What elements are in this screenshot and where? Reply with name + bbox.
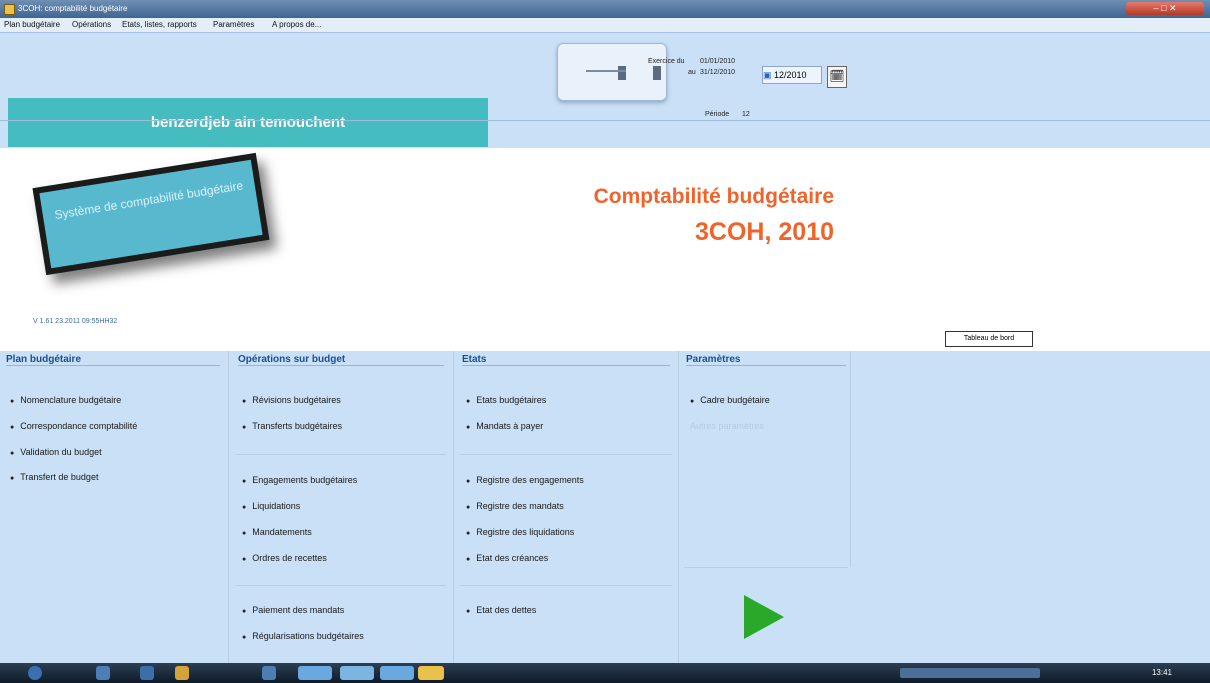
nav-item-engagements[interactable]: Engagements budgétaires bbox=[242, 475, 357, 485]
column-separator bbox=[678, 351, 679, 663]
column-title: Etats bbox=[462, 354, 487, 365]
menu-operations[interactable]: Opérations bbox=[72, 20, 111, 29]
column-title: Opérations sur budget bbox=[238, 354, 346, 365]
app-logo: Système de comptabilité budgétaire bbox=[32, 152, 270, 276]
window-controls[interactable]: – □ ✕ bbox=[1126, 2, 1204, 15]
thumbnail-line bbox=[586, 70, 626, 72]
organization-banner: benzerdjeb ain temouchent bbox=[8, 98, 488, 147]
taskbar-app-icon[interactable] bbox=[340, 666, 374, 680]
nav-item-revisions[interactable]: Révisions budgétaires bbox=[242, 395, 341, 405]
column-plan-budgetaire: Plan budgétaire Nomenclature budgétaire … bbox=[0, 351, 228, 663]
taskbar-app-icon[interactable] bbox=[298, 666, 332, 680]
column-rule bbox=[238, 365, 444, 366]
period-month-label: Période bbox=[705, 111, 730, 118]
os-taskbar: 13:41 bbox=[0, 663, 1210, 683]
logo-text: Système de comptabilité budgétaire bbox=[53, 178, 245, 223]
taskbar-app-icon[interactable] bbox=[175, 666, 189, 680]
group-separator bbox=[236, 454, 446, 455]
taskbar-clock: 13:41 bbox=[1151, 668, 1172, 677]
taskbar-app-icon[interactable] bbox=[262, 666, 276, 680]
calendar-icon: ▣ bbox=[763, 70, 772, 80]
brand-subtitle: 3COH, 2010 bbox=[695, 218, 834, 246]
column-separator bbox=[453, 351, 454, 663]
nav-item-liquidations[interactable]: Liquidations bbox=[242, 501, 300, 511]
menu-etats[interactable]: Etats, listes, rapports bbox=[122, 20, 197, 29]
nav-item-etats-budgetaires[interactable]: Etats budgétaires bbox=[466, 395, 546, 405]
column-separator bbox=[228, 351, 229, 663]
menu-bar: Plan budgétaire Opérations Etats, listes… bbox=[0, 18, 1210, 33]
column-rule bbox=[686, 365, 846, 366]
nav-item-nomenclature[interactable]: Nomenclature budgétaire bbox=[10, 395, 121, 405]
group-separator bbox=[460, 454, 672, 455]
current-period-input[interactable]: ▣ 12/2010 bbox=[762, 66, 822, 84]
current-period-value: 12/2010 bbox=[774, 70, 807, 80]
taskbar-app-icon[interactable] bbox=[140, 666, 154, 680]
nav-item-paiement-mandats[interactable]: Paiement des mandats bbox=[242, 605, 344, 615]
nav-item-ordres-recettes[interactable]: Ordres de recettes bbox=[242, 553, 327, 563]
group-separator bbox=[684, 567, 848, 568]
taskbar-app-icon[interactable] bbox=[380, 666, 414, 680]
group-separator bbox=[236, 585, 446, 586]
nav-item-correspondance[interactable]: Correspondance comptabilité bbox=[10, 421, 137, 431]
nav-item-cadre-budgetaire[interactable]: Cadre budgétaire bbox=[690, 395, 770, 405]
nav-item-mandats-a-payer[interactable]: Mandats à payer bbox=[466, 421, 543, 431]
nav-item-mandatements[interactable]: Mandatements bbox=[242, 527, 312, 537]
menu-parametres[interactable]: Paramètres bbox=[213, 20, 254, 29]
column-etats: Etats Etats budgétaires Mandats à payer … bbox=[456, 351, 678, 663]
nav-item-autres-parametres: Autres paramètres bbox=[690, 421, 765, 431]
period-from-value: 01/01/2010 bbox=[700, 58, 736, 65]
column-rule bbox=[462, 365, 670, 366]
header-divider bbox=[0, 120, 1210, 121]
column-operations: Opérations sur budget Révisions budgétai… bbox=[232, 351, 452, 663]
nav-item-validation[interactable]: Validation du budget bbox=[10, 447, 101, 457]
window-title-bar: 3COH: comptabilité budgétaire – □ ✕ bbox=[0, 0, 1210, 18]
system-tray-icons[interactable] bbox=[900, 668, 1040, 678]
period-to-label: au bbox=[688, 69, 696, 76]
brand-title: Comptabilité budgétaire bbox=[593, 185, 834, 208]
thumbnail-icon bbox=[653, 66, 661, 80]
nav-item-transferts[interactable]: Transferts budgétaires bbox=[242, 421, 342, 431]
period-month-value: 12 bbox=[742, 111, 750, 118]
window-title: 3COH: comptabilité budgétaire bbox=[18, 4, 128, 13]
nav-item-transfert-budget[interactable]: Transfert de budget bbox=[10, 472, 98, 482]
calendar-button[interactable]: 🗓 bbox=[827, 66, 847, 88]
column-rule bbox=[6, 365, 220, 366]
dashboard-button[interactable]: Tableau de bord bbox=[945, 331, 1033, 347]
app-icon bbox=[4, 4, 15, 15]
thumbnail-icon bbox=[618, 66, 626, 80]
play-icon[interactable] bbox=[744, 595, 784, 639]
version-text: V 1.61 23.2011 09:55HH32 bbox=[33, 318, 118, 325]
period-from-label: Exercice du bbox=[648, 58, 685, 65]
nav-item-registre-mandats[interactable]: Registre des mandats bbox=[466, 501, 564, 511]
column-separator bbox=[850, 351, 851, 567]
window-popup-thumbnail bbox=[557, 43, 667, 101]
taskbar-app-icon[interactable] bbox=[418, 666, 444, 680]
hero-section: Système de comptabilité budgétaire Compt… bbox=[0, 148, 1210, 351]
column-title: Paramètres bbox=[686, 354, 741, 365]
taskbar-app-icon[interactable] bbox=[96, 666, 110, 680]
nav-item-etat-creances[interactable]: Etat des créances bbox=[466, 553, 548, 563]
nav-item-etat-dettes[interactable]: Etat des dettes bbox=[466, 605, 536, 615]
nav-item-registre-liquidations[interactable]: Registre des liquidations bbox=[466, 527, 574, 537]
nav-item-registre-engagements[interactable]: Registre des engagements bbox=[466, 475, 584, 485]
column-title: Plan budgétaire bbox=[6, 354, 82, 365]
menu-a-propos[interactable]: A propos de... bbox=[272, 20, 321, 29]
period-to-value: 31/12/2010 bbox=[700, 69, 736, 76]
menu-plan-budgetaire[interactable]: Plan budgétaire bbox=[4, 20, 60, 29]
nav-item-regularisations[interactable]: Régularisations budgétaires bbox=[242, 631, 364, 641]
group-separator bbox=[460, 585, 672, 586]
start-button-icon[interactable] bbox=[28, 666, 42, 680]
